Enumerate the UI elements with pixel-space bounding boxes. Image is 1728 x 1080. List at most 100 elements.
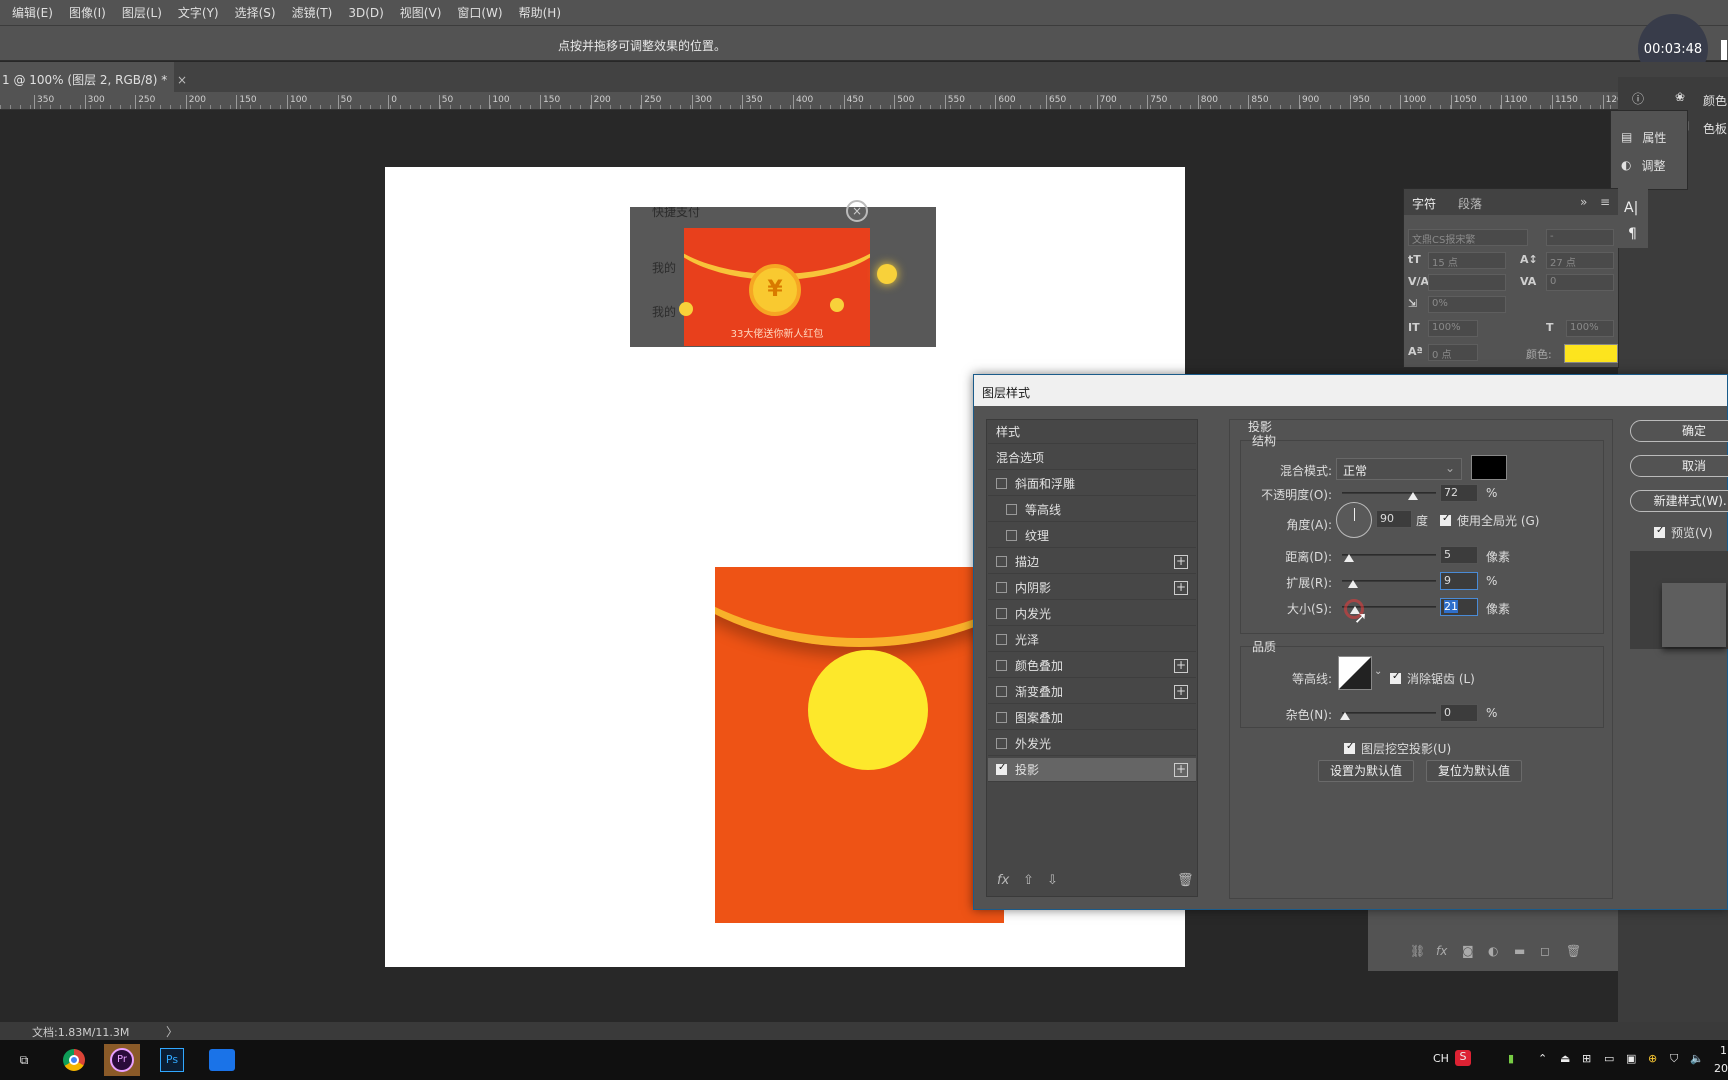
- style-list-item[interactable]: 颜色叠加 +: [988, 654, 1196, 678]
- monitor-icon[interactable]: ▣: [1626, 1052, 1636, 1065]
- style-list-item[interactable]: 光泽: [988, 628, 1196, 652]
- add-icon[interactable]: +: [1174, 580, 1188, 595]
- palette-icon[interactable]: ❀: [1675, 90, 1685, 104]
- angle-dial[interactable]: [1336, 502, 1372, 538]
- document-tab[interactable]: 1 @ 100% (图层 2, RGB/8) * ×: [0, 62, 187, 92]
- tab-character[interactable]: 字符: [1412, 195, 1436, 212]
- timer-pause-icon[interactable]: [1721, 40, 1727, 60]
- input-language[interactable]: CH: [1433, 1052, 1449, 1065]
- panel-menu-icon[interactable]: ≡: [1600, 195, 1610, 209]
- link-icon[interactable]: ⛓: [1410, 944, 1425, 958]
- fx-icon[interactable]: fx: [997, 873, 1009, 888]
- battery-icon[interactable]: ▮: [1508, 1052, 1514, 1065]
- info-icon[interactable]: ⓘ: [1632, 90, 1644, 107]
- checkbox-icon[interactable]: [996, 738, 1007, 749]
- checkbox-icon[interactable]: [996, 478, 1007, 489]
- add-icon[interactable]: +: [1174, 762, 1188, 777]
- clock-date[interactable]: 202: [1714, 1062, 1728, 1075]
- size-input[interactable]: 21: [1440, 598, 1478, 616]
- sogou-icon[interactable]: S: [1455, 1050, 1471, 1066]
- screen-recorder-icon[interactable]: [204, 1044, 240, 1076]
- task-view-icon[interactable]: ⧉: [6, 1044, 42, 1076]
- network-icon[interactable]: ⊞: [1582, 1052, 1591, 1065]
- style-list-item[interactable]: 图案叠加: [988, 706, 1196, 730]
- checkbox-icon[interactable]: [1006, 530, 1017, 541]
- new-style-button[interactable]: 新建样式(W)...: [1630, 490, 1728, 512]
- opacity-input[interactable]: 72: [1440, 484, 1478, 502]
- menu-item[interactable]: 窗口(W): [449, 4, 510, 21]
- checkbox-icon[interactable]: [996, 556, 1007, 567]
- trash-icon[interactable]: 🗑: [1177, 873, 1194, 888]
- move-up-icon[interactable]: ⇧: [1023, 873, 1034, 888]
- display-icon[interactable]: ▭: [1604, 1052, 1614, 1065]
- font-family-field[interactable]: 文鼎CS报宋繁: [1408, 229, 1528, 246]
- premiere-icon[interactable]: Pr: [104, 1044, 140, 1076]
- fx-icon[interactable]: fx: [1436, 944, 1447, 958]
- leading-field[interactable]: 27 点: [1546, 252, 1614, 269]
- folder-icon[interactable]: ▬: [1514, 944, 1525, 958]
- new-layer-icon[interactable]: ◻: [1540, 944, 1550, 958]
- panel-item-properties[interactable]: ▤ 属性: [1611, 123, 1687, 151]
- style-list-item[interactable]: 内阴影 +: [988, 576, 1196, 600]
- angle-input[interactable]: 90: [1376, 510, 1412, 528]
- noise-input[interactable]: 0: [1440, 704, 1478, 722]
- checkbox-icon[interactable]: [996, 660, 1007, 671]
- horizontal-ruler[interactable]: 350 300 250 200 150 100 50 0 50 100 150 200 250 300 35…: [0, 92, 1618, 110]
- style-list-item[interactable]: 样式: [988, 420, 1196, 444]
- checkbox-icon[interactable]: [996, 608, 1007, 619]
- distance-input[interactable]: 5: [1440, 546, 1478, 564]
- style-list-item[interactable]: 投影 +: [988, 758, 1196, 782]
- chevron-down-icon[interactable]: ⌄: [1374, 666, 1382, 677]
- tab-paragraph[interactable]: 段落: [1458, 195, 1482, 212]
- close-icon[interactable]: ×: [177, 73, 187, 87]
- ok-button[interactable]: 确定: [1630, 420, 1728, 442]
- style-list-item[interactable]: 外发光: [988, 732, 1196, 756]
- horizontal-scale-field[interactable]: 100%: [1566, 320, 1614, 337]
- document-size[interactable]: 文档:1.83M/11.3M: [32, 1024, 129, 1040]
- style-list-item[interactable]: 纹理: [988, 524, 1196, 548]
- contour-picker[interactable]: [1338, 656, 1372, 690]
- opacity-slider[interactable]: [1342, 492, 1436, 494]
- add-icon[interactable]: +: [1174, 684, 1188, 699]
- baseline-shift-field[interactable]: 0 点: [1428, 344, 1478, 361]
- font-style-field[interactable]: -: [1546, 229, 1614, 246]
- style-list-item[interactable]: 混合选项: [988, 446, 1196, 470]
- checkbox-icon[interactable]: [1006, 504, 1017, 515]
- proportional-spacing-field[interactable]: 0%: [1428, 296, 1506, 313]
- checkbox-icon[interactable]: [996, 634, 1007, 645]
- antialias-checkbox[interactable]: 消除锯齿 (L): [1390, 670, 1475, 687]
- menu-item[interactable]: 帮助(H): [511, 4, 569, 21]
- global-light-checkbox[interactable]: 使用全局光 (G): [1440, 512, 1539, 529]
- add-icon[interactable]: +: [1174, 554, 1188, 569]
- style-list-item[interactable]: 描边 +: [988, 550, 1196, 574]
- checkbox-icon[interactable]: [996, 686, 1007, 697]
- menu-item[interactable]: 图层(L): [114, 4, 170, 21]
- chevron-right-icon[interactable]: 〉: [166, 1023, 178, 1040]
- add-icon[interactable]: ⊕: [1648, 1052, 1657, 1065]
- vertical-scale-field[interactable]: 100%: [1428, 320, 1478, 337]
- checkbox-icon[interactable]: [996, 762, 1007, 775]
- preview-checkbox[interactable]: 预览(V): [1654, 524, 1713, 541]
- tracking-field[interactable]: 0: [1546, 274, 1614, 291]
- cancel-button[interactable]: 取消: [1630, 455, 1728, 477]
- menu-item[interactable]: 3D(D): [340, 6, 391, 20]
- trash-icon[interactable]: 🗑: [1566, 944, 1581, 958]
- distance-slider-handle[interactable]: [1344, 554, 1354, 562]
- menu-item[interactable]: 文字(Y): [170, 4, 227, 21]
- spread-input[interactable]: 9: [1440, 572, 1478, 590]
- menu-item[interactable]: 编辑(E): [4, 4, 61, 21]
- dialog-title[interactable]: 图层样式: [974, 375, 1727, 406]
- noise-slider-handle[interactable]: [1340, 712, 1350, 720]
- style-list-item[interactable]: 内发光: [988, 602, 1196, 626]
- menu-item[interactable]: 选择(S): [227, 4, 284, 21]
- blend-mode-select[interactable]: 正常 ⌄: [1336, 458, 1462, 480]
- kerning-field[interactable]: [1428, 274, 1506, 291]
- panel-item-adjustments[interactable]: ◐ 调整: [1611, 151, 1687, 179]
- checkbox-icon[interactable]: [996, 582, 1007, 593]
- spread-slider-handle[interactable]: [1348, 580, 1358, 588]
- chrome-icon[interactable]: [56, 1044, 92, 1076]
- photoshop-icon[interactable]: Ps: [154, 1044, 190, 1076]
- shield-icon[interactable]: ⛉: [1670, 1052, 1678, 1066]
- clock-time[interactable]: 1: [1720, 1044, 1727, 1057]
- move-down-icon[interactable]: ⇩: [1047, 873, 1058, 888]
